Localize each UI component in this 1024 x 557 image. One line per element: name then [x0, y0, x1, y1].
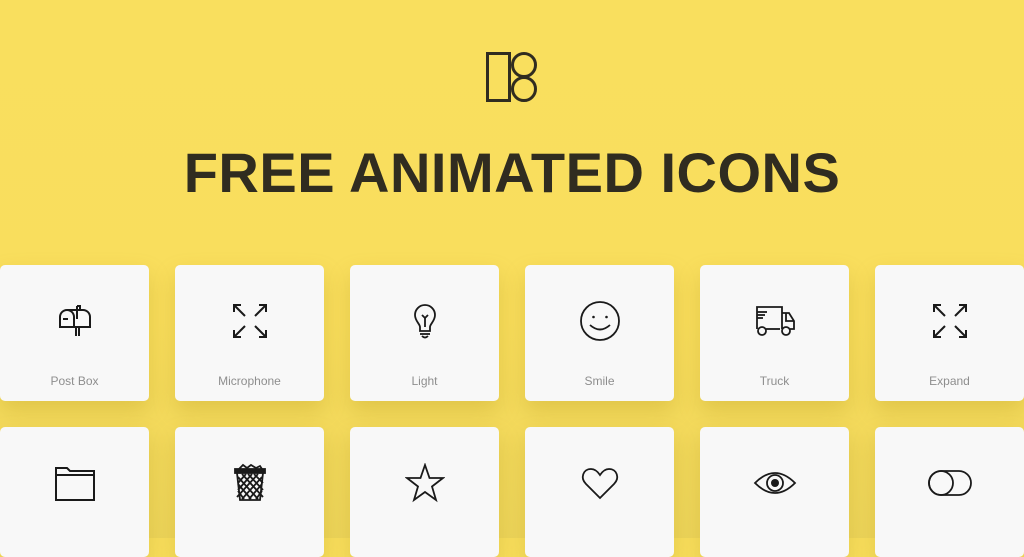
icon-label: Post Box: [50, 374, 99, 388]
page-title: FREE ANIMATED ICONS: [183, 141, 841, 204]
icon-card-light[interactable]: Light: [350, 265, 499, 401]
icon-label: Truck: [759, 374, 790, 388]
heart-icon: [580, 463, 620, 503]
expand-arrows-icon: [930, 301, 970, 341]
icon-label: Expand: [929, 374, 970, 388]
eye-icon: [753, 463, 796, 503]
icon-card-expand[interactable]: Expand: [875, 265, 1024, 401]
trash-bin-icon: [230, 463, 270, 503]
toggle-icon: [927, 463, 972, 503]
icon-card-smile[interactable]: Smile: [525, 265, 674, 401]
truck-icon: [755, 301, 795, 341]
icon-label: Smile: [584, 374, 615, 388]
star-icon: [404, 463, 445, 503]
brand-logo-icon: [486, 52, 538, 102]
mailbox-icon: [55, 301, 95, 341]
icon-card-post-box[interactable]: Post Box: [0, 265, 149, 401]
icon-card-microphone[interactable]: Microphone: [175, 265, 324, 401]
folder-icon: [54, 463, 95, 503]
icon-label: Light: [411, 374, 438, 388]
lightbulb-icon: [405, 301, 445, 341]
icon-label: Microphone: [218, 374, 281, 388]
icon-card-truck[interactable]: Truck: [700, 265, 849, 401]
expand-arrows-icon: [230, 301, 270, 341]
smile-icon: [579, 301, 620, 341]
